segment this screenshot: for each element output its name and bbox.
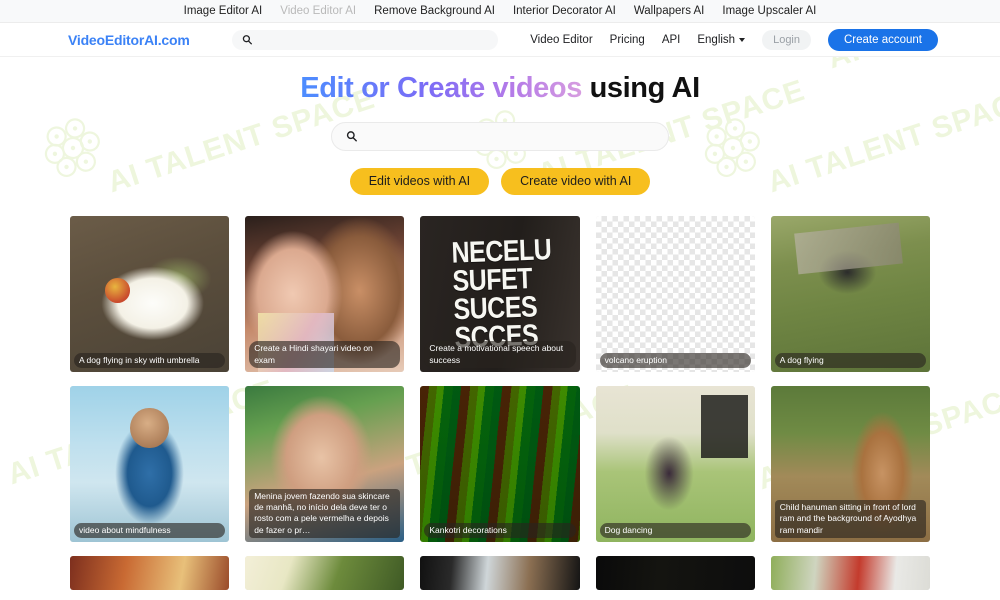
- topbar-link-1[interactable]: Video Editor AI: [280, 5, 356, 17]
- chevron-down-icon: [739, 37, 746, 42]
- gallery-card-caption: Kankotri decorations: [424, 522, 576, 538]
- gallery-card-partial[interactable]: [70, 555, 230, 590]
- site-header: VideoEditorAI.com Video Editor Pricing A…: [0, 23, 1000, 57]
- gallery-card-caption: A dog flying: [774, 352, 926, 368]
- gallery-card[interactable]: Dog dancing: [595, 385, 755, 542]
- gallery-card-caption: Create a Hindi shayari video on exam: [249, 341, 401, 368]
- gallery-card-partial[interactable]: [770, 555, 930, 590]
- gallery-card-caption: Dog dancing: [599, 522, 751, 538]
- gallery-card-thumbnail: [420, 555, 580, 590]
- gallery-card-thumbnail: [770, 215, 930, 372]
- gallery-card[interactable]: NECELU SUFET SUCES SCCES Create a motivat…: [420, 215, 580, 372]
- hero-title-gradient: Edit or Create videos: [300, 72, 582, 104]
- header-search-box[interactable]: [231, 29, 498, 50]
- gallery-card-partial[interactable]: [420, 555, 580, 590]
- topbar-link-4[interactable]: Wallpapers AI: [634, 5, 705, 17]
- video-gallery-grid: A dog flying in sky with umbrella Create …: [0, 215, 1000, 590]
- hero-search-box[interactable]: [331, 121, 669, 151]
- gallery-card[interactable]: Kankotri decorations: [420, 385, 580, 542]
- language-selector[interactable]: English: [697, 33, 746, 46]
- gallery-card-caption: Child hanuman sitting in front of lord r…: [774, 500, 926, 538]
- gallery-card-partial[interactable]: [595, 555, 755, 590]
- nav-item-api[interactable]: API: [662, 34, 681, 46]
- gallery-card-caption: video about mindfulness: [74, 522, 226, 538]
- topbar-link-5[interactable]: Image Upscaler AI: [722, 5, 816, 17]
- gallery-card[interactable]: volcano eruption: [595, 215, 755, 372]
- gallery-card-thumbnail: [595, 215, 755, 372]
- gallery-card[interactable]: Create a Hindi shayari video on exam: [245, 215, 405, 372]
- top-utility-bar: Image Editor AI Video Editor AI Remove Bac…: [0, 0, 1000, 23]
- gallery-card-thumbnail: [420, 385, 580, 542]
- nav-item-pricing[interactable]: Pricing: [610, 34, 645, 46]
- gallery-card[interactable]: A dog flying in sky with umbrella: [70, 215, 230, 372]
- thumbnail-overlay-text: NECELU SUFET SUCES SCCES: [451, 233, 552, 355]
- gallery-card-thumbnail: [70, 555, 230, 590]
- topbar-link-3[interactable]: Interior Decorator AI: [513, 5, 616, 17]
- gallery-card[interactable]: A dog flying: [770, 215, 930, 372]
- topbar-link-2[interactable]: Remove Background AI: [374, 5, 495, 17]
- page-title: Edit or Create videos using AI: [0, 72, 1000, 105]
- language-label: English: [697, 33, 736, 46]
- login-button[interactable]: Login: [762, 29, 811, 50]
- nav-item-video-editor[interactable]: Video Editor: [530, 34, 592, 46]
- gallery-card[interactable]: Menina jovem fazendo sua skincare de man…: [245, 385, 405, 542]
- gallery-card-thumbnail: [595, 385, 755, 542]
- search-icon: [242, 35, 252, 45]
- gallery-card-thumbnail: [770, 555, 930, 590]
- site-logo[interactable]: VideoEditorAI.com: [68, 32, 190, 48]
- gallery-card-caption: Menina jovem fazendo sua skincare de man…: [249, 488, 401, 538]
- search-icon: [346, 131, 357, 142]
- edit-videos-button[interactable]: Edit videos with AI: [349, 167, 490, 195]
- gallery-card[interactable]: video about mindfulness: [70, 385, 230, 542]
- gallery-card-caption: Create a motivational speech about succe…: [424, 341, 576, 368]
- hero-search-input[interactable]: [363, 129, 654, 144]
- gallery-card-thumbnail: [595, 555, 755, 590]
- gallery-card-caption: volcano eruption: [599, 352, 751, 368]
- gallery-card[interactable]: Child hanuman sitting in front of lord r…: [770, 385, 930, 542]
- hero-title-plain: using AI: [581, 72, 701, 104]
- hero-actions: Edit videos with AI Create video with AI: [0, 167, 1000, 195]
- hero-section: Edit or Create videos using AI Edit vide…: [0, 57, 1000, 195]
- gallery-card-caption: A dog flying in sky with umbrella: [74, 352, 226, 368]
- gallery-card-partial[interactable]: [245, 555, 405, 590]
- create-account-button[interactable]: Create account: [828, 28, 938, 51]
- gallery-card-thumbnail: [245, 555, 405, 590]
- gallery-card-thumbnail: [70, 215, 230, 372]
- create-video-button[interactable]: Create video with AI: [501, 167, 651, 195]
- header-nav: Video Editor Pricing API English Login C…: [530, 28, 938, 51]
- topbar-link-0[interactable]: Image Editor AI: [184, 5, 263, 17]
- header-search-input[interactable]: [255, 33, 488, 46]
- gallery-card-thumbnail: [70, 385, 230, 542]
